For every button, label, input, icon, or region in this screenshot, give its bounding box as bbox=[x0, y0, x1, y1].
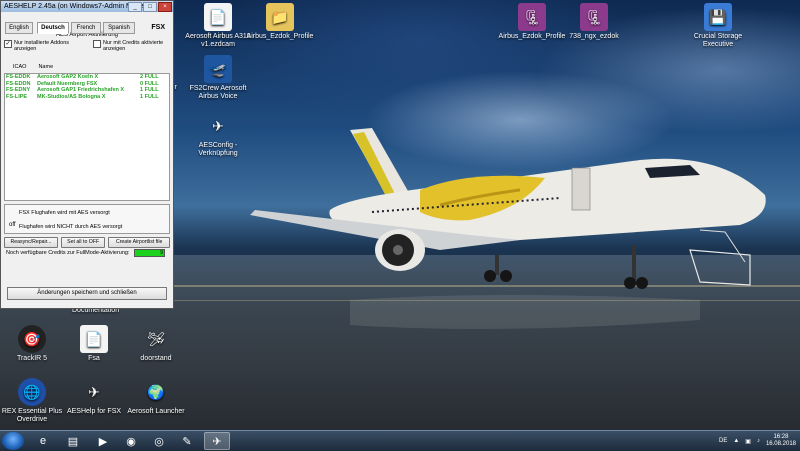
window-title: AESHELP 2.45a (on Windows7-Admin Mode) bbox=[4, 3, 146, 10]
col-name: Name bbox=[38, 64, 54, 70]
minimize-button[interactable]: _ bbox=[128, 2, 142, 12]
set-all-off-button[interactable]: Set all to OFF bbox=[60, 237, 106, 248]
list-item[interactable]: FS-LIPE MK-Studios/AS Bologna X 1 FULL bbox=[5, 94, 169, 101]
archive-icon: 🗜 bbox=[580, 3, 608, 31]
tab-french[interactable]: French bbox=[71, 22, 101, 34]
file-icon: 📄 bbox=[204, 3, 232, 31]
desktop-icon-doorstand[interactable]: 🛩 doorstand bbox=[120, 325, 192, 363]
taskbar: e ▤ ▶ ◉ ◎ ✎ ✈ DE ▲ ▣ ♪ 16:28 16.08.2018 bbox=[0, 430, 800, 451]
doorstand-icon: 🛩 bbox=[147, 331, 165, 347]
credits-value: 9 bbox=[134, 249, 165, 257]
checkbox-label: Nur mit Credits aktivierte anzeigen bbox=[103, 40, 164, 52]
archive-icon: 🗜 bbox=[518, 3, 546, 31]
volume-icon[interactable]: ♪ bbox=[757, 438, 760, 444]
clock-time: 16:28 bbox=[773, 434, 789, 440]
desktop-icon-label: Crucial Storage Executive bbox=[693, 33, 743, 48]
legend-off-tag: off bbox=[9, 222, 16, 228]
system-tray: DE ▲ ▣ ♪ 16:28 16.08.2018 bbox=[719, 431, 796, 451]
credits-label: Noch verfügbare Credits zur FullMode-Akt… bbox=[6, 250, 130, 256]
rex-icon: 🌐 bbox=[18, 378, 46, 406]
language-tabs: English Deutsch French Spanish FSX bbox=[1, 22, 173, 34]
trackir-icon: 🎯 bbox=[18, 325, 46, 353]
desktop-icon-label: Aerosoft Launcher bbox=[127, 408, 185, 415]
legend-line-off: Flughafen wird NICHT durch AES versorgt bbox=[19, 224, 123, 230]
checkbox-box[interactable]: ✓ bbox=[4, 40, 12, 48]
tray-arrow-icon[interactable]: ▲ bbox=[733, 438, 739, 444]
desktop-icon-aerosoft-launcher[interactable]: 🌍 Aerosoft Launcher bbox=[120, 378, 192, 416]
reasync-button[interactable]: Reasync/Repair... bbox=[4, 237, 58, 248]
desktop-icon-airbus-ezdok-folder[interactable]: 📁 Airbus_Ezdok_Profile bbox=[244, 3, 316, 41]
airport-list[interactable]: FS-EDDK Aerosoft GAP2 Koeln X 2 FULL FS-… bbox=[4, 73, 170, 201]
folder-icon: 📁 bbox=[266, 3, 294, 31]
sim-label: FSX bbox=[151, 24, 165, 31]
col-icao: ICAO bbox=[13, 64, 27, 70]
storage-icon: 💾 bbox=[704, 3, 732, 31]
chrome-taskbar-icon[interactable]: ◎ bbox=[146, 432, 172, 450]
desktop-icon-label: 738_ngx_ezdok bbox=[569, 33, 619, 40]
create-airportlist-button[interactable]: Create Airportlist file bbox=[108, 237, 170, 248]
fs2crew-icon: 🛫 bbox=[204, 55, 232, 83]
credits-only-checkbox[interactable]: Nur mit Credits aktivierte anzeigen bbox=[93, 40, 171, 52]
desktop-icon-aesconfig[interactable]: ✈ AESConfig - Verknüpfung bbox=[182, 112, 254, 158]
desktop-icon-label: doorstand bbox=[140, 355, 172, 362]
checkbox-label: Nur installierte Addons anzeigen bbox=[14, 40, 70, 52]
ie-taskbar-icon[interactable]: e bbox=[30, 432, 56, 450]
maximize-button[interactable]: □ bbox=[143, 2, 157, 12]
desktop-icon-label: AESConfig - Verknüpfung bbox=[198, 142, 238, 157]
window-titlebar[interactable]: AESHELP 2.45a (on Windows7-Admin Mode) _… bbox=[1, 1, 173, 12]
close-button[interactable]: × bbox=[158, 2, 172, 12]
installed-only-checkbox[interactable]: ✓ Nur installierte Addons anzeigen bbox=[4, 40, 84, 52]
desktop-icon-738-ngx-ezdok[interactable]: 🗜 738_ngx_ezdok bbox=[558, 3, 630, 41]
tab-deutsch[interactable]: Deutsch bbox=[37, 22, 69, 34]
start-button[interactable] bbox=[2, 432, 24, 450]
file-icon: 📄 bbox=[80, 325, 108, 353]
tab-spanish[interactable]: Spanish bbox=[103, 22, 135, 34]
legend-box: FSX Flughafen wird mit AES versorgt off … bbox=[4, 204, 170, 234]
network-icon[interactable]: ▣ bbox=[745, 438, 751, 445]
save-close-button[interactable]: Änderungen speichern und schließen bbox=[7, 287, 167, 300]
airport-status: 1 FULL bbox=[140, 93, 159, 100]
desktop-icon-label: Airbus_Ezdok_Profile bbox=[246, 33, 314, 40]
clock-date: 16.08.2018 bbox=[765, 441, 796, 447]
airport-icao: FS-LIPE bbox=[6, 93, 28, 100]
firefox-taskbar-icon[interactable]: ◉ bbox=[118, 432, 144, 450]
desktop-icon-label: FS2Crew Aerosoft Airbus Voice bbox=[189, 85, 247, 100]
media-taskbar-icon[interactable]: ▶ bbox=[90, 432, 116, 450]
desktop-icon-crucial-storage[interactable]: 💾 Crucial Storage Executive bbox=[682, 3, 754, 49]
checkbox-box[interactable] bbox=[93, 40, 101, 48]
airport-name: MK-Studios/AS Bologna X bbox=[37, 93, 106, 100]
aeshelp-window: AESHELP 2.45a (on Windows7-Admin Mode) _… bbox=[0, 0, 174, 309]
tab-english[interactable]: English bbox=[5, 22, 33, 34]
paint-taskbar-icon[interactable]: ✎ bbox=[174, 432, 200, 450]
explorer-taskbar-icon[interactable]: ▤ bbox=[60, 432, 86, 450]
desktop-icon-fs2crew[interactable]: 🛫 FS2Crew Aerosoft Airbus Voice bbox=[182, 55, 254, 101]
legend-line-on: FSX Flughafen wird mit AES versorgt bbox=[19, 210, 110, 216]
list-header: ICAO Name bbox=[7, 62, 59, 72]
globe-icon: 🌍 bbox=[147, 384, 165, 400]
clock[interactable]: 16:28 16.08.2018 bbox=[766, 434, 796, 448]
airplane-icon: ✈ bbox=[212, 118, 224, 134]
language-indicator[interactable]: DE bbox=[719, 438, 727, 444]
airplane-icon: ✈ bbox=[88, 384, 100, 400]
aeshelp-taskbar-icon[interactable]: ✈ bbox=[204, 432, 230, 450]
